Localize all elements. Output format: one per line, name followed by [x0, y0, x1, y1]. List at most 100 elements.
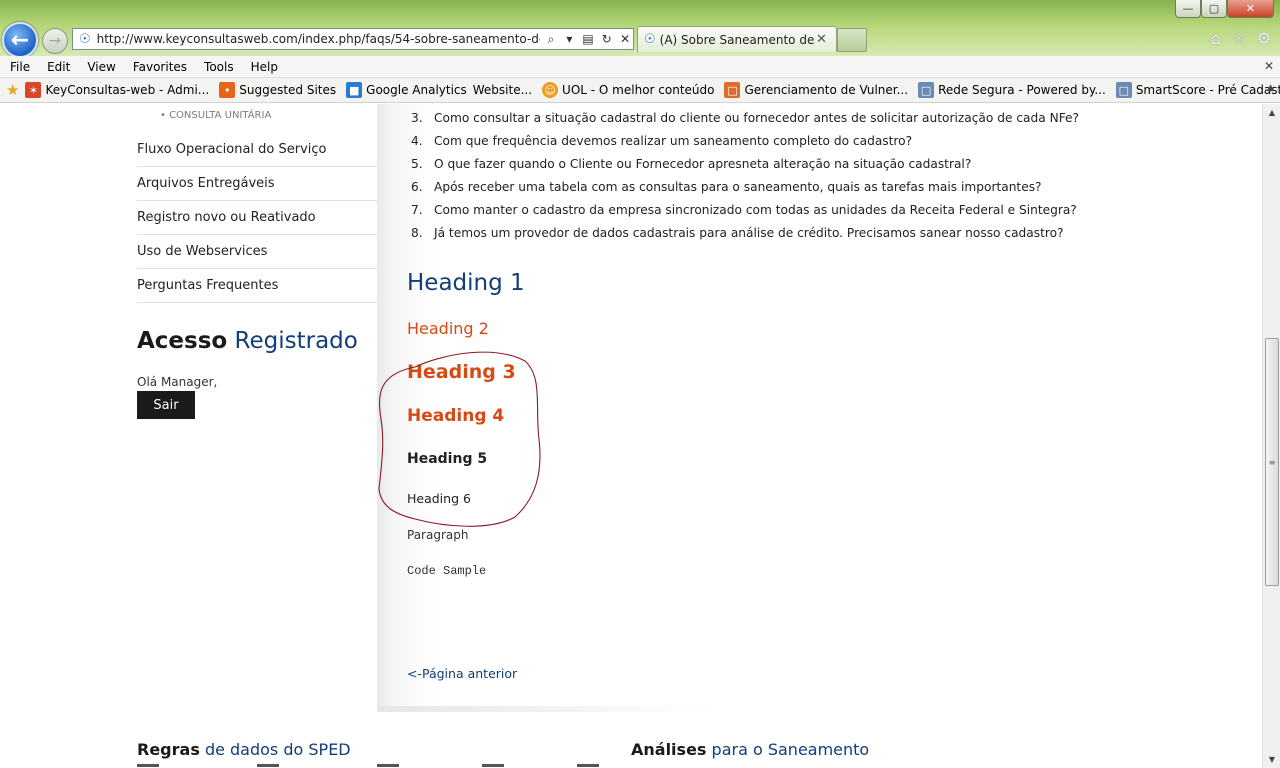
favorite-google-analytics[interactable]: ■ Google Analytics Website... [346, 82, 532, 98]
faq-link[interactable]: Com que frequência devemos realizar um s… [434, 134, 912, 154]
faq-number: 7. [411, 203, 423, 217]
menu-tools[interactable]: Tools [194, 60, 241, 74]
sidebar-item-arquivos[interactable]: Arquivos Entregáveis [137, 167, 377, 201]
home-icon[interactable]: ⌂ [1206, 29, 1226, 49]
ie-page-icon: ☉ [644, 32, 656, 47]
logout-button[interactable]: Sair [137, 391, 195, 419]
scroll-down-icon[interactable]: ▼ [1263, 751, 1280, 768]
browser-toolbar: — ▢ ✕ ← → ☉ http://www.keyconsultasweb.c… [0, 0, 1280, 58]
forward-arrow-icon: → [49, 33, 61, 49]
new-tab-button[interactable] [837, 28, 867, 52]
faq-link[interactable]: O que fazer quando o Cliente ou Forneced… [434, 157, 971, 177]
page-viewport: • CONSULTA UNITÁRIA Fluxo Operacional do… [0, 104, 1262, 768]
search-icon[interactable]: ⌕ [543, 31, 559, 47]
favorite-label: Google Analytics [366, 83, 467, 97]
favorite-label: KeyConsultas-web - Admi... [45, 83, 210, 97]
close-icon[interactable]: ✕ [1264, 59, 1274, 73]
heading-4-sample: Heading 4 [407, 406, 505, 426]
menu-help[interactable]: Help [241, 60, 285, 74]
back-arrow-icon: ← [10, 27, 30, 53]
faq-item[interactable]: 4. Com que frequência devemos realizar u… [407, 134, 912, 154]
greeting-text: Olá Manager, [137, 375, 218, 389]
refresh-icon[interactable]: ↻ [599, 31, 615, 47]
faq-item[interactable]: 6. Após receber uma tabela com as consul… [407, 180, 1042, 200]
gear-icon[interactable]: ⚙ [1254, 29, 1274, 49]
scrollbar-thumb[interactable]: ≡ [1265, 338, 1279, 586]
faq-item[interactable]: 5. O que fazer quando o Cliente ou Forne… [407, 157, 971, 177]
menu-file[interactable]: File [0, 60, 37, 74]
faq-item[interactable]: 8. Já temos um provedor de dados cadastr… [407, 226, 1064, 246]
heading-1-sample: Heading 1 [407, 270, 525, 296]
tab-title: (A) Sobre Saneamento de C... [659, 32, 816, 47]
code-sample: Code Sample [407, 564, 487, 578]
close-tab-icon[interactable]: ✕ [816, 32, 830, 47]
heading-5-sample: Heading 5 [407, 451, 488, 467]
chevron-up-icon[interactable]: ▲ [1267, 83, 1274, 93]
favorite-smartscore[interactable]: □ SmartScore - Pré Cadastro [1115, 82, 1280, 98]
sidebar-subitem-label: CONSULTA UNITÁRIA [169, 110, 272, 121]
favorite-label: Gerenciamento de Vulner... [744, 83, 909, 97]
previous-page-link[interactable]: <-Página anterior [407, 666, 517, 681]
favorites-star-icon[interactable]: ☆ [1229, 29, 1249, 49]
heading-light: Registrado [234, 328, 358, 354]
sidebar-item-fluxo[interactable]: Fluxo Operacional do Serviço [137, 133, 377, 167]
favorites-bar: ★ ✶ KeyConsultas-web - Admi... • Suggest… [0, 78, 1280, 103]
heading-strong: Análises [631, 740, 707, 759]
faq-link[interactable]: Como consultar a situação cadastral do c… [434, 111, 1079, 131]
heading-6-sample: Heading 6 [407, 491, 471, 506]
scroll-up-icon[interactable]: ▲ [1263, 104, 1280, 121]
menu-favorites[interactable]: Favorites [123, 60, 194, 74]
footer-heading-sped: Regras de dados do SPED [137, 740, 351, 759]
favorite-label: Website... [472, 83, 533, 97]
compatibility-icon[interactable]: ▤ [580, 31, 596, 47]
uol-icon: ☺ [542, 82, 559, 98]
favorite-rede-segura[interactable]: □ Rede Segura - Powered by... [918, 82, 1106, 98]
sidebar-item-registro[interactable]: Registro novo ou Reativado [137, 201, 377, 235]
address-bar[interactable]: ☉ http://www.keyconsultasweb.com/index.p… [72, 28, 634, 50]
favorite-label: SmartScore - Pré Cadastro [1135, 83, 1280, 97]
maximize-button[interactable]: ▢ [1201, 0, 1227, 18]
sidebar-subitem-consulta-unitaria[interactable]: • CONSULTA UNITÁRIA [160, 110, 271, 121]
heading-light: de dados do SPED [204, 740, 351, 759]
ie-page-icon: ☉ [78, 31, 91, 47]
sidebar-item-perguntas[interactable]: Perguntas Frequentes [137, 269, 377, 303]
favorite-keyconsultas[interactable]: ✶ KeyConsultas-web - Admi... [25, 82, 209, 98]
favorite-label: Suggested Sites [239, 83, 337, 97]
login-module-heading: Acesso Registrado [137, 328, 358, 354]
minimize-button[interactable]: — [1175, 0, 1201, 18]
faq-number: 8. [411, 226, 423, 240]
faq-item[interactable]: 7. Como manter o cadastro da empresa sin… [407, 203, 1077, 223]
faq-link[interactable]: Como manter o cadastro da empresa sincro… [434, 203, 1077, 223]
faq-link[interactable]: Após receber uma tabela com as consultas… [434, 180, 1042, 200]
tab-active[interactable]: ☉ (A) Sobre Saneamento de C... ✕ [637, 26, 837, 52]
page-icon: □ [724, 82, 741, 98]
faq-number: 5. [411, 157, 423, 171]
joomla-icon: ✶ [25, 82, 42, 98]
faq-item[interactable]: 3. Como consultar a situação cadastral d… [407, 111, 1079, 131]
faq-number: 3. [411, 111, 423, 125]
favorites-star-icon[interactable]: ★ [6, 81, 19, 99]
dropdown-arrow-icon[interactable]: ▾ [562, 31, 578, 47]
page-icon: □ [918, 82, 935, 98]
back-button[interactable]: ← [2, 22, 38, 58]
content-shadow [377, 706, 717, 712]
faq-number: 6. [411, 180, 423, 194]
title-bar [0, 0, 1280, 20]
favorite-gerenciamento[interactable]: □ Gerenciamento de Vulner... [724, 82, 908, 98]
favorite-suggested-sites[interactable]: • Suggested Sites [219, 82, 336, 98]
vertical-scrollbar[interactable]: ▲ ≡ ▼ [1262, 104, 1280, 768]
menu-view[interactable]: View [77, 60, 122, 74]
sidebar-item-webservices[interactable]: Uso de Webservices [137, 235, 377, 269]
forward-button[interactable]: → [42, 28, 68, 54]
menu-edit[interactable]: Edit [37, 60, 77, 74]
favorite-uol[interactable]: ☺ UOL - O melhor conteúdo [542, 82, 714, 98]
analytics-icon: ■ [346, 82, 363, 98]
address-url[interactable]: http://www.keyconsultasweb.com/index.php… [97, 32, 540, 46]
favorite-label: Rede Segura - Powered by... [938, 83, 1106, 97]
stop-icon[interactable]: ✕ [617, 31, 633, 47]
suggested-sites-icon: • [219, 82, 236, 98]
close-window-button[interactable]: ✕ [1227, 0, 1274, 18]
heading-light: para o Saneamento [711, 740, 870, 759]
faq-link[interactable]: Já temos um provedor de dados cadastrais… [434, 226, 1064, 246]
heading-3-sample: Heading 3 [407, 361, 516, 383]
